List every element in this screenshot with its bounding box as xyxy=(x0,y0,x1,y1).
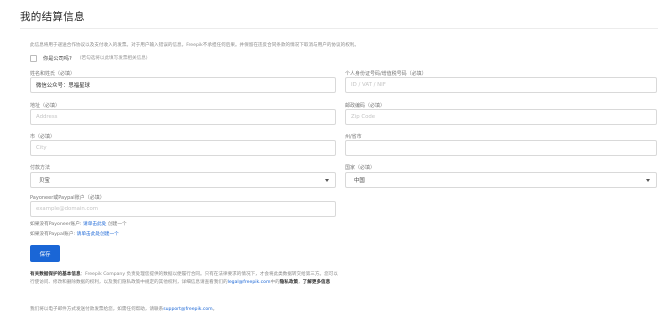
address-input[interactable]: Address xyxy=(30,109,336,125)
company-row[interactable]: 你是公司吗? (若勾选将以此填写发票相关信息) xyxy=(30,53,148,63)
city-label: 市（必填） xyxy=(30,134,56,140)
page-title: 我的结算信息 xyxy=(20,11,85,23)
footer-suffix: 。 xyxy=(212,307,218,312)
no-paypal-note: 如果没有Paypal账户: 请单击此处创建一个 xyxy=(30,231,119,237)
footer-note: 我们将以电子邮件方式发送付款发票给您，如需任何帮助，请联系support@fre… xyxy=(30,306,217,312)
tax-id-input[interactable]: ID / VAT / NIF xyxy=(345,77,657,93)
payoneer-input[interactable]: example@domain.com xyxy=(30,201,336,217)
company-hint: (若勾选将以此填写发票相关信息) xyxy=(79,56,148,61)
no-payoneer-prefix: 如果没有Payoneer账户: xyxy=(30,222,82,227)
privacy-more-link[interactable]: 了解更多信息 xyxy=(303,280,331,285)
no-payoneer-suffix: 创建一个 xyxy=(107,222,127,227)
title-divider xyxy=(20,28,658,29)
chevron-down-icon xyxy=(325,178,329,182)
province-label: 州/省市 xyxy=(345,134,362,140)
payment-method-select[interactable]: 贝宝 xyxy=(30,172,336,188)
address-label: 地址（必填） xyxy=(30,103,61,109)
name-label: 姓名和姓氏（必填） xyxy=(30,71,76,77)
country-label: 国家（必填） xyxy=(345,165,376,171)
privacy-text-1: ：Freepik Company 负责处理您提供的数据以便履行合同。只有在法律要… xyxy=(80,272,260,277)
privacy-notice: 有关数据保护的基本信息：Freepik Company 负责处理您提供的数据以便… xyxy=(30,271,340,286)
payoneer-label: Payoneer或Paypal账户（必填） xyxy=(30,195,105,201)
country-select[interactable]: 中国 xyxy=(345,172,657,188)
privacy-text-4: 中的 xyxy=(270,279,280,285)
privacy-heading: 有关数据保护的基本信息 xyxy=(30,272,81,277)
privacy-policy-link[interactable]: 隐私政策 xyxy=(280,280,298,285)
no-paypal-link[interactable]: 请单击此处创建一个 xyxy=(77,232,119,237)
name-input[interactable]: 微信公众号：思福星球 xyxy=(30,77,336,93)
zip-input[interactable]: Zip Code xyxy=(345,109,657,125)
privacy-text-3: 查看我们的 xyxy=(204,279,228,285)
save-button[interactable]: 保存 xyxy=(30,245,60,262)
province-input[interactable] xyxy=(345,140,657,156)
footer-text: 我们将以电子邮件方式发送付款发票给您，如需任何帮助，请联系 xyxy=(30,307,164,312)
company-checkbox[interactable] xyxy=(30,54,37,62)
page-description: 此信息将用于递送合作协议以及支付收入的发票。对于用户输入错误的信息，Freepi… xyxy=(30,43,359,48)
payment-method-label: 付款方法 xyxy=(30,165,51,171)
city-input[interactable]: City xyxy=(30,140,336,156)
privacy-email-link[interactable]: legal@freepik.com xyxy=(228,280,271,285)
no-payoneer-link[interactable]: 请单击此处 xyxy=(83,222,106,227)
no-paypal-prefix: 如果没有Paypal账户: xyxy=(30,232,76,237)
company-checkbox-label[interactable]: 你是公司吗? xyxy=(43,55,72,62)
no-payoneer-note: 如果没有Payoneer账户: 请单击此处 创建一个 xyxy=(30,221,127,227)
zip-label: 邮政编码（必填） xyxy=(345,103,386,109)
tax-id-label: 个人身份证号码/增值税号码（必填） xyxy=(345,71,427,77)
support-email-link[interactable]: support@freepik.com xyxy=(163,307,212,312)
chevron-down-icon xyxy=(646,178,650,182)
country-value: 中国 xyxy=(354,178,365,184)
payment-method-value: 贝宝 xyxy=(39,178,50,184)
